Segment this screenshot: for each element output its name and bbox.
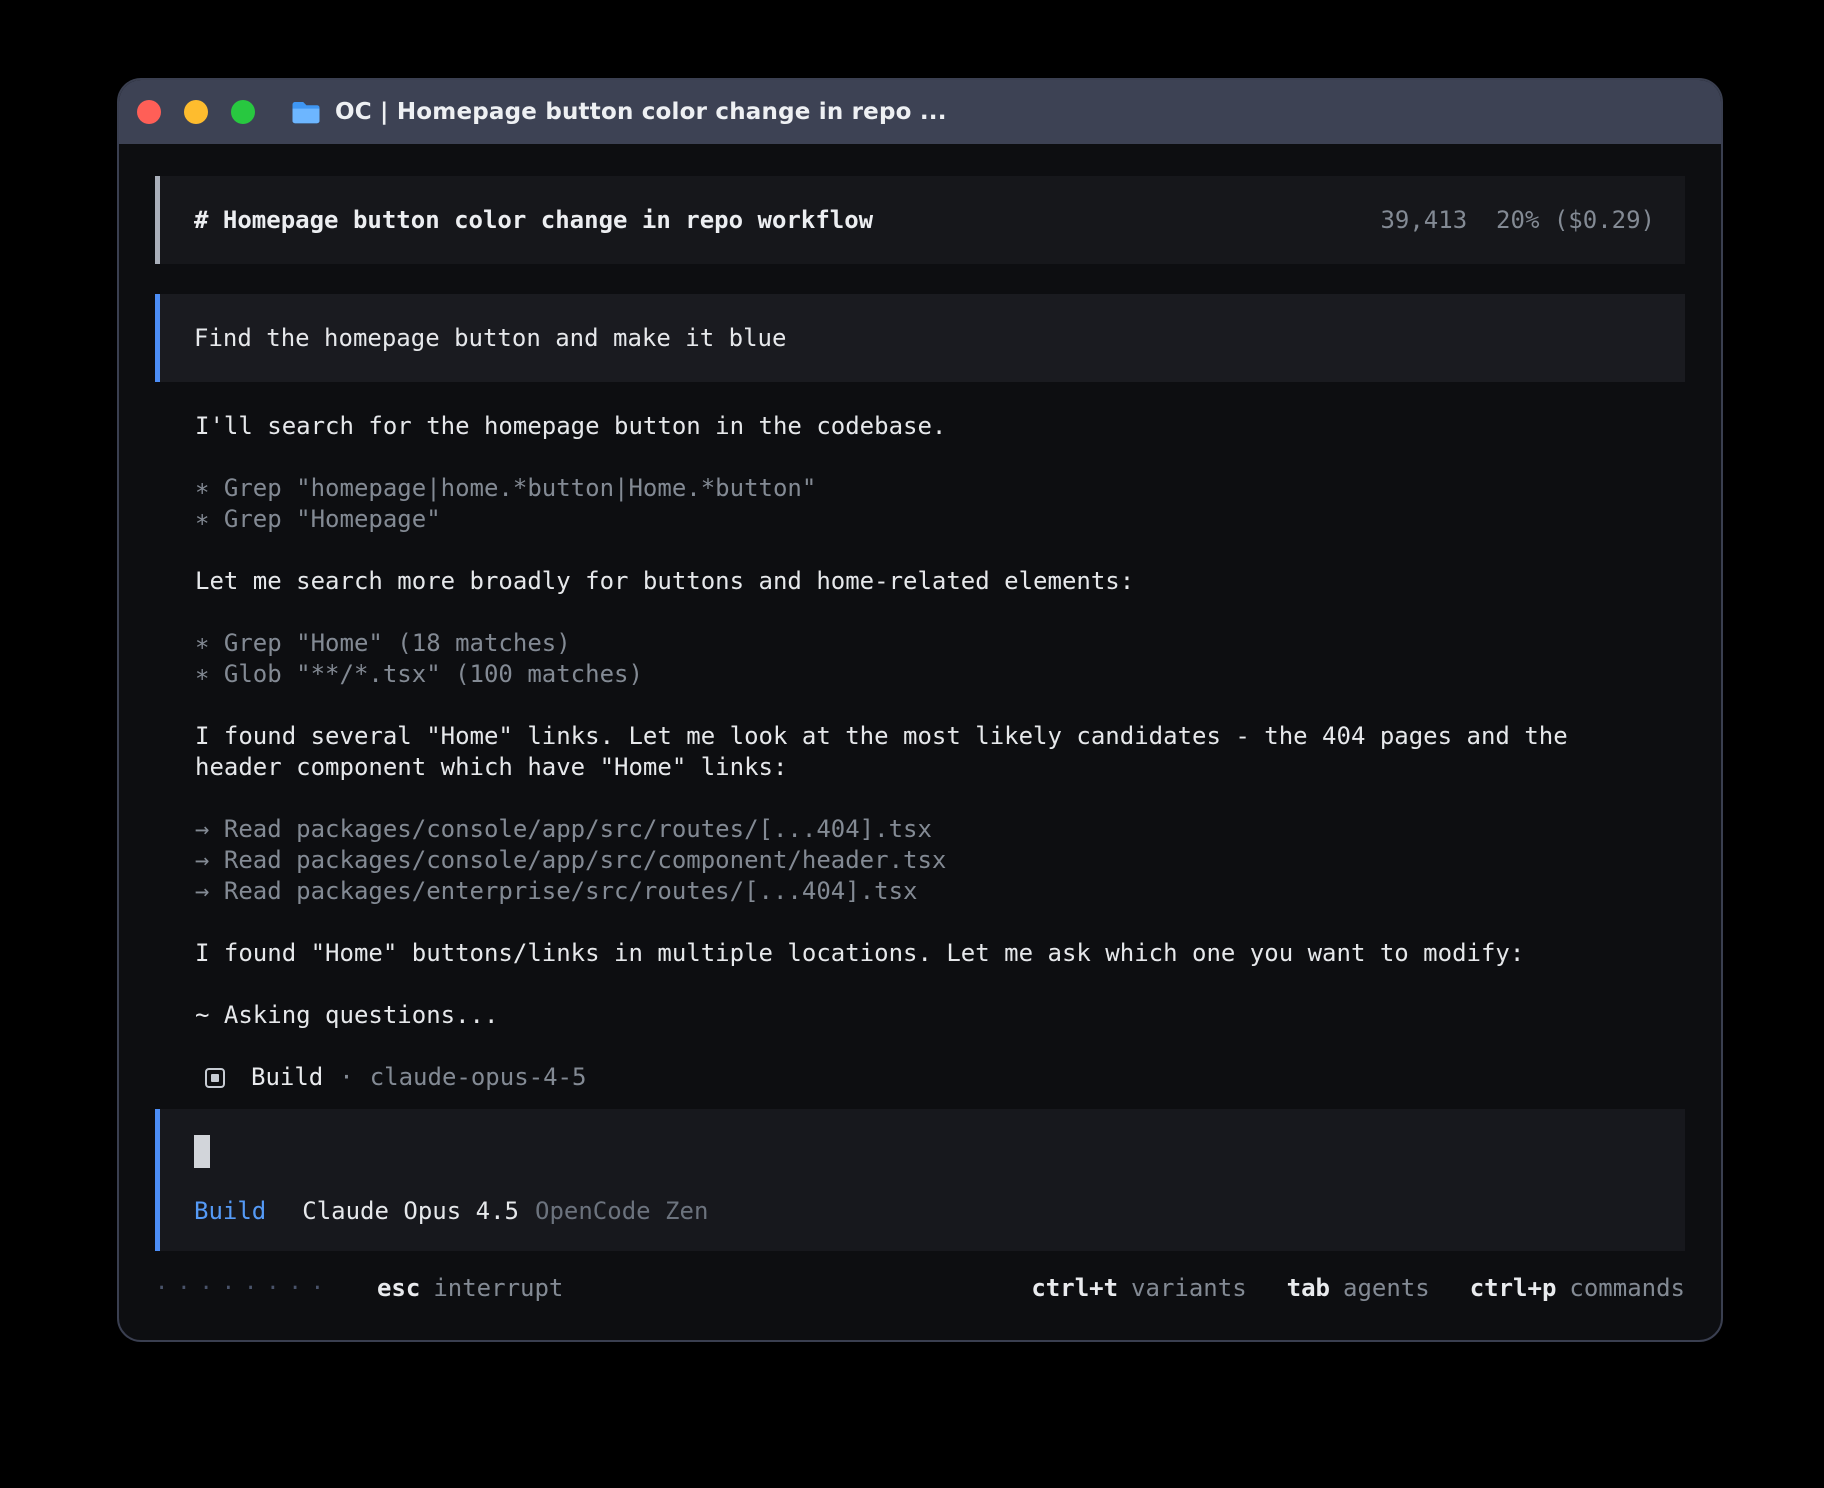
- agent-separator: ·: [339, 1062, 353, 1093]
- status-bar: ········ esc interrupt ctrl+t variants t…: [155, 1273, 1685, 1304]
- assistant-text: I found several "Home" links. Let me loo…: [195, 721, 1625, 783]
- session-stats: 39,413 20% ($0.29): [1380, 206, 1655, 234]
- tool-call-read: → Read packages/enterprise/src/routes/[.…: [195, 876, 1685, 907]
- assistant-text: I'll search for the homepage button in t…: [195, 411, 1625, 442]
- prompt-input[interactable]: Build Claude Opus 4.5 OpenCode Zen: [155, 1109, 1685, 1251]
- terminal-window: OC | Homepage button color change in rep…: [117, 78, 1723, 1342]
- tool-call-glob: ∗ Glob "**/*.tsx" (100 matches): [195, 659, 1685, 690]
- minimize-button[interactable]: [184, 100, 208, 124]
- agent-model: claude-opus-4-5: [370, 1062, 587, 1093]
- agents-label: agents: [1343, 1273, 1430, 1304]
- model-status-line: Build Claude Opus 4.5 OpenCode Zen: [194, 1196, 1651, 1227]
- titlebar[interactable]: OC | Homepage button color change in rep…: [119, 80, 1721, 144]
- tab-key-label: tab: [1287, 1273, 1330, 1304]
- status-bar-left: ········ esc interrupt: [155, 1273, 563, 1304]
- status-paragraph: ~ Asking questions...: [195, 1000, 1685, 1031]
- esc-key-label: esc: [377, 1273, 420, 1304]
- model-label: Claude Opus 4.5: [302, 1196, 519, 1227]
- assistant-text: Let me search more broadly for buttons a…: [195, 566, 1625, 597]
- folder-icon: [291, 100, 321, 125]
- assistant-paragraph: I found several "Home" links. Let me loo…: [195, 721, 1685, 783]
- session-header: # Homepage button color change in repo w…: [155, 176, 1685, 264]
- close-button[interactable]: [137, 100, 161, 124]
- tool-call-read: → Read packages/console/app/src/routes/[…: [195, 814, 1685, 845]
- assistant-text: I found "Home" buttons/links in multiple…: [195, 938, 1625, 969]
- tool-call-grep: ∗ Grep "Home" (18 matches): [195, 628, 1685, 659]
- commands-label: commands: [1569, 1273, 1685, 1304]
- terminal-content: # Homepage button color change in repo w…: [119, 144, 1721, 1340]
- agent-mode-label: Build: [194, 1196, 266, 1227]
- conversation: I'll search for the homepage button in t…: [155, 411, 1685, 1093]
- hint-agents: tab agents: [1287, 1273, 1430, 1304]
- window-controls: [137, 100, 255, 124]
- tool-call-read: → Read packages/console/app/src/componen…: [195, 845, 1685, 876]
- ctrl-p-key-label: ctrl+p: [1470, 1273, 1557, 1304]
- agent-build-icon: [205, 1068, 225, 1088]
- user-message-text: Find the homepage button and make it blu…: [194, 323, 786, 354]
- session-title: # Homepage button color change in repo w…: [194, 206, 873, 234]
- agent-name: Build: [251, 1062, 323, 1093]
- hint-variants: ctrl+t variants: [1031, 1273, 1246, 1304]
- zoom-button[interactable]: [231, 100, 255, 124]
- variants-label: variants: [1131, 1273, 1247, 1304]
- tool-call-grep: ∗ Grep "homepage|home.*button|Home.*butt…: [195, 473, 1685, 504]
- ctrl-t-key-label: ctrl+t: [1031, 1273, 1118, 1304]
- tool-call-grep: ∗ Grep "Homepage": [195, 504, 1685, 535]
- provider-label: OpenCode Zen: [535, 1196, 708, 1227]
- asking-questions-status: ~ Asking questions...: [195, 1000, 1625, 1031]
- spinner-dots: ········: [155, 1273, 333, 1304]
- agent-status-line: Build · claude-opus-4-5: [195, 1062, 1685, 1093]
- interrupt-label: interrupt: [433, 1273, 563, 1304]
- assistant-paragraph: Let me search more broadly for buttons a…: [195, 566, 1685, 597]
- tool-call-group: → Read packages/console/app/src/routes/[…: [195, 814, 1685, 907]
- hint-commands: ctrl+p commands: [1470, 1273, 1685, 1304]
- tool-call-group: ∗ Grep "Home" (18 matches) ∗ Glob "**/*.…: [195, 628, 1685, 690]
- tool-call-group: ∗ Grep "homepage|home.*button|Home.*butt…: [195, 473, 1685, 535]
- status-bar-right: ctrl+t variants tab agents ctrl+p comman…: [1031, 1273, 1685, 1304]
- assistant-paragraph: I found "Home" buttons/links in multiple…: [195, 938, 1685, 969]
- hint-interrupt: esc interrupt: [377, 1273, 563, 1304]
- text-cursor: [194, 1135, 210, 1168]
- assistant-paragraph: I'll search for the homepage button in t…: [195, 411, 1685, 442]
- user-message: Find the homepage button and make it blu…: [155, 294, 1685, 382]
- window-title: OC | Homepage button color change in rep…: [335, 99, 947, 125]
